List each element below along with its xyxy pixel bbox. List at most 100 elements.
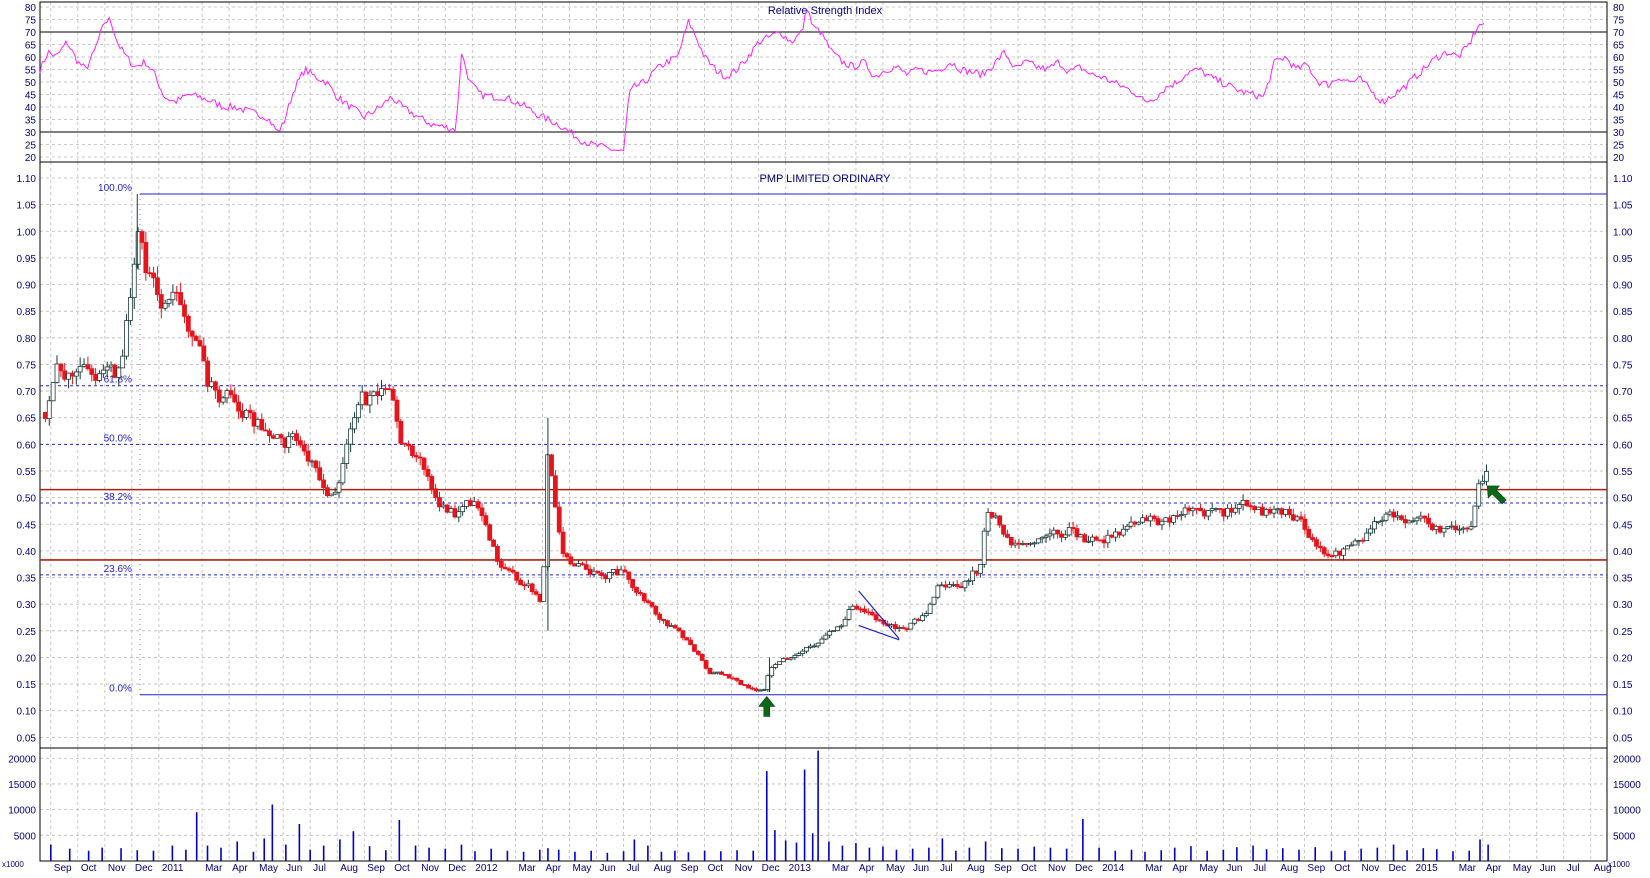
x-month-label: Oct — [81, 863, 97, 873]
candle-body — [792, 655, 798, 659]
candle-body — [514, 571, 520, 581]
candle-body — [108, 364, 114, 368]
candle-body — [746, 684, 751, 689]
candle-body — [1167, 517, 1173, 523]
candle-body — [769, 667, 775, 677]
x-month-label: Jul — [313, 863, 326, 873]
candle-body — [607, 572, 612, 580]
rsi-tick-left: 60 — [25, 53, 37, 64]
candle-body — [1387, 511, 1393, 515]
candle-body — [896, 627, 902, 629]
candle-body — [838, 625, 844, 628]
volume-bar — [911, 848, 914, 861]
candle-body — [1395, 515, 1401, 518]
candle-body — [437, 497, 442, 508]
candle-body — [672, 625, 678, 629]
price-tick-left: 0.10 — [17, 707, 37, 718]
x-month-label: May — [259, 863, 278, 873]
candle-body — [189, 330, 195, 337]
candle-body — [637, 591, 643, 595]
candle-body — [734, 677, 740, 681]
volume-bar — [1033, 846, 1036, 861]
candle-body — [1429, 523, 1435, 530]
x-month-label: May — [573, 863, 592, 873]
candle-body — [1248, 505, 1254, 508]
volume-bar — [206, 845, 209, 861]
volume-bar — [236, 841, 239, 861]
panel-frame-1 — [39, 161, 1608, 749]
volume-bar — [590, 850, 592, 861]
candle-body — [1240, 499, 1246, 505]
candle-body — [1464, 527, 1470, 530]
x-month-label: Apr — [1486, 863, 1502, 873]
candle-body — [1194, 507, 1200, 510]
volume-bar — [895, 849, 898, 861]
candle-body — [854, 605, 860, 610]
candle-body — [1271, 508, 1277, 514]
candle-body — [862, 608, 867, 613]
candle-body — [452, 508, 458, 518]
volume-bar — [1479, 839, 1481, 861]
candle-body — [1321, 547, 1327, 555]
volume-bar — [1065, 848, 1068, 861]
x-month-label: Oct — [1334, 863, 1350, 873]
candle-body — [467, 500, 473, 506]
candle-body — [974, 570, 979, 574]
candle-body — [1136, 521, 1142, 525]
volume-bar — [660, 851, 663, 861]
candle-body — [1484, 471, 1489, 482]
volume-bar — [428, 847, 430, 861]
volume-bar — [460, 844, 463, 861]
candle-body — [1457, 528, 1462, 531]
candle-body — [892, 624, 898, 629]
candle-body — [1352, 540, 1358, 546]
rsi-tick-left: 30 — [25, 128, 37, 139]
candle-body — [618, 569, 624, 576]
candle-body — [1472, 505, 1478, 528]
volume-bar — [1265, 849, 1268, 861]
volume-bar — [1452, 851, 1454, 861]
candle-body — [139, 231, 145, 243]
candle-body — [178, 292, 184, 306]
price-tick-right: 0.40 — [1613, 547, 1633, 558]
candle-body — [1406, 520, 1412, 524]
x-month-label: Jun — [600, 863, 616, 873]
candle-body — [1437, 525, 1443, 533]
candle-body — [599, 572, 605, 576]
candle-body — [1128, 521, 1134, 527]
candle-body — [610, 569, 616, 573]
x-month-label: Jun — [913, 863, 929, 873]
x-month-label: Jul — [627, 863, 640, 873]
price-tick-right: 0.90 — [1613, 281, 1633, 292]
candle-body — [912, 618, 918, 624]
panel-frame-2 — [39, 747, 1608, 862]
candle-body — [224, 390, 230, 399]
volume-bar — [1298, 849, 1300, 861]
volume-bar — [171, 845, 174, 861]
volume-bar — [1114, 850, 1117, 861]
candle-body — [556, 506, 562, 533]
candle-body — [1372, 521, 1377, 530]
candle-body — [1120, 528, 1126, 536]
candle-body — [1275, 508, 1281, 511]
candle-body — [668, 625, 674, 627]
candle-body — [89, 368, 95, 375]
x-month-label: Aug — [967, 863, 985, 873]
candle-body — [1001, 524, 1006, 535]
volume-bar — [752, 850, 755, 861]
candle-body — [1032, 542, 1037, 545]
volume-bar — [736, 850, 738, 861]
price-tick-left: 0.80 — [17, 334, 37, 345]
candle-body — [158, 294, 164, 309]
volume-bar — [928, 847, 930, 861]
candle-body — [286, 436, 292, 448]
volume-bar — [1392, 844, 1395, 861]
volume-bar — [703, 850, 706, 861]
candle-body — [842, 618, 848, 627]
volume-bar — [1082, 818, 1084, 861]
candle-body — [742, 684, 748, 686]
candle-body — [811, 645, 817, 648]
volume-bar — [87, 850, 90, 861]
candle-body — [966, 580, 972, 583]
candle-body — [1140, 517, 1146, 523]
